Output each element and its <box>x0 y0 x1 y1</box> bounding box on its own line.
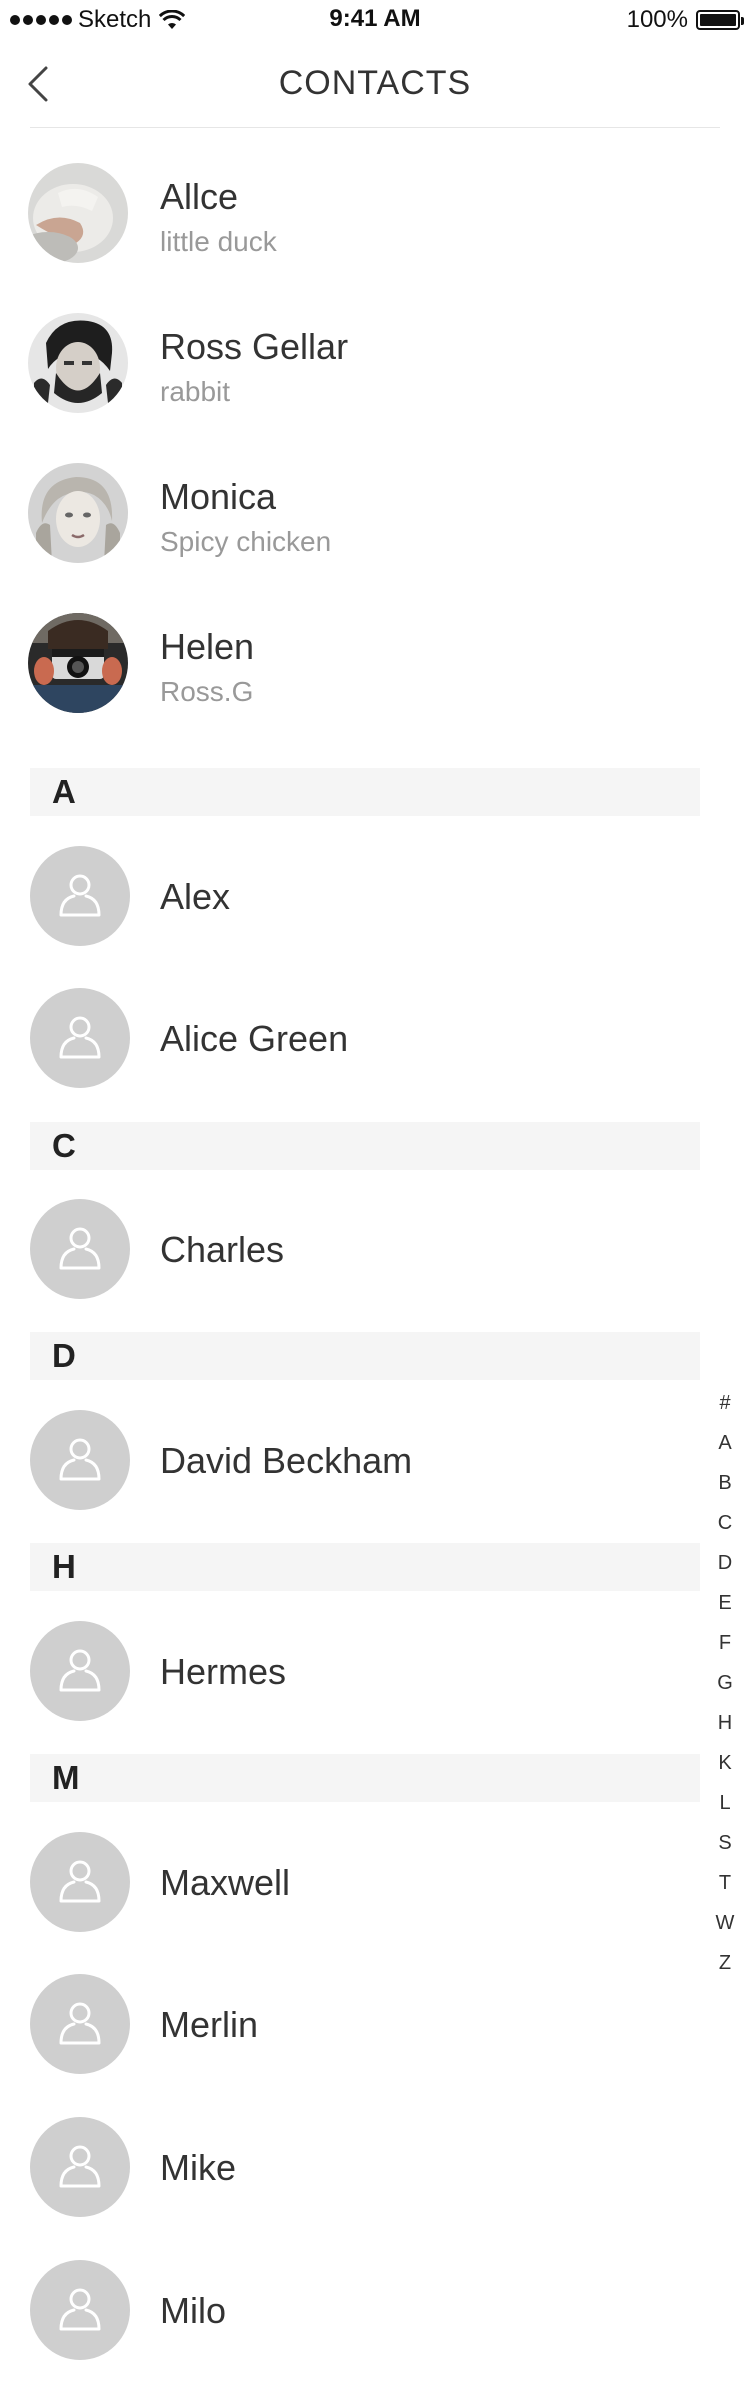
person-icon <box>59 1649 101 1692</box>
contact-name: Maxwell <box>160 1862 291 1903</box>
avatar-photo <box>28 163 128 263</box>
favorite-contact-row[interactable]: Ross Gellar rabbit <box>0 288 700 438</box>
person-icon <box>59 1438 101 1481</box>
avatar-placeholder <box>30 1832 130 1932</box>
avatar-placeholder <box>30 1199 130 1299</box>
index-letter[interactable]: K <box>710 1743 740 1783</box>
contact-row[interactable]: Milo <box>0 2240 700 2380</box>
avatar-placeholder <box>30 2260 130 2360</box>
contact-subtitle: Spicy chicken <box>160 526 332 557</box>
contact-subtitle: rabbit <box>160 376 231 407</box>
person-icon <box>59 1860 101 1903</box>
index-letter[interactable]: T <box>710 1863 740 1903</box>
contact-name: Milo <box>160 2290 227 2331</box>
section-header-d: D <box>30 1332 700 1380</box>
contact-name: Merlin <box>160 2004 259 2045</box>
avatar-placeholder <box>30 1410 130 1510</box>
index-letter[interactable]: L <box>710 1783 740 1823</box>
battery-percent: 100% <box>626 6 688 33</box>
contact-row[interactable]: Merlin <box>0 1954 700 2094</box>
person-icon <box>59 2145 101 2188</box>
avatar-photo <box>28 463 128 563</box>
person-icon <box>59 1227 101 1270</box>
status-right: 100% <box>626 6 744 34</box>
contact-name: Allce <box>160 176 239 217</box>
section-header-c: C <box>30 1122 700 1170</box>
nav-divider <box>30 127 720 128</box>
contact-name: Alice Green <box>160 1018 349 1059</box>
contact-row[interactable]: Alice Green <box>0 968 700 1108</box>
favorite-contact-row[interactable]: Allce little duck <box>0 138 700 288</box>
contact-subtitle: Ross.G <box>160 676 254 707</box>
contact-row[interactable]: Hermes <box>0 1601 700 1741</box>
section-letter: D <box>52 1337 76 1374</box>
index-letter[interactable]: # <box>710 1383 740 1423</box>
section-letter: M <box>52 1759 80 1796</box>
section-letter: A <box>52 773 76 810</box>
section-header-h: H <box>30 1543 700 1591</box>
person-icon <box>59 2288 101 2331</box>
contact-name: Monica <box>160 476 277 517</box>
contact-name: David Beckham <box>160 1440 413 1481</box>
person-icon <box>59 874 101 917</box>
index-letter[interactable]: H <box>710 1703 740 1743</box>
person-icon <box>59 2002 101 2045</box>
page-title: CONTACTS <box>278 64 472 102</box>
index-letter[interactable]: G <box>710 1663 740 1703</box>
contact-name: Ross Gellar <box>160 326 349 367</box>
contact-row[interactable]: David Beckham <box>0 1390 700 1530</box>
avatar-placeholder <box>30 1621 130 1721</box>
index-letter[interactable]: B <box>710 1463 740 1503</box>
contact-row[interactable]: Mike <box>0 2097 700 2237</box>
index-letter[interactable]: C <box>710 1503 740 1543</box>
index-letter[interactable]: Z <box>710 1943 740 1983</box>
alphabet-index[interactable]: # A B C D E F G H K L S T W Z <box>710 1383 740 1983</box>
contact-name: Charles <box>160 1229 285 1270</box>
person-icon <box>59 1016 101 1059</box>
section-letter: H <box>52 1548 76 1585</box>
favorite-contact-row[interactable]: Monica Spicy chicken <box>0 438 700 588</box>
navigation-bar: CONTACTS <box>0 40 750 128</box>
contact-row[interactable]: Alex <box>0 826 700 966</box>
contact-name: Alex <box>160 876 231 917</box>
avatar-photo <box>28 313 128 413</box>
contact-row[interactable]: Charles <box>0 1179 700 1319</box>
battery-icon <box>696 10 744 30</box>
contact-name: Helen <box>160 626 255 667</box>
avatar-placeholder <box>30 2117 130 2217</box>
index-letter[interactable]: D <box>710 1543 740 1583</box>
avatar-placeholder <box>30 846 130 946</box>
index-letter[interactable]: W <box>710 1903 740 1943</box>
index-letter[interactable]: A <box>710 1423 740 1463</box>
section-header-m: M <box>30 1754 700 1802</box>
index-letter[interactable]: F <box>710 1623 740 1663</box>
index-letter[interactable]: E <box>710 1583 740 1623</box>
contact-row[interactable]: Maxwell <box>0 1812 700 1952</box>
avatar-placeholder <box>30 1974 130 2074</box>
contact-name: Hermes <box>160 1651 287 1692</box>
section-letter: C <box>52 1127 76 1164</box>
contact-name: Mike <box>160 2147 237 2188</box>
section-header-a: A <box>30 768 700 816</box>
index-letter[interactable]: S <box>710 1823 740 1863</box>
status-bar: Sketch 9:41 AM 100% <box>0 0 750 40</box>
favorite-contact-row[interactable]: Helen Ross.G <box>0 588 700 738</box>
avatar-placeholder <box>30 988 130 1088</box>
contact-subtitle: little duck <box>160 226 277 257</box>
avatar-photo <box>28 613 128 713</box>
